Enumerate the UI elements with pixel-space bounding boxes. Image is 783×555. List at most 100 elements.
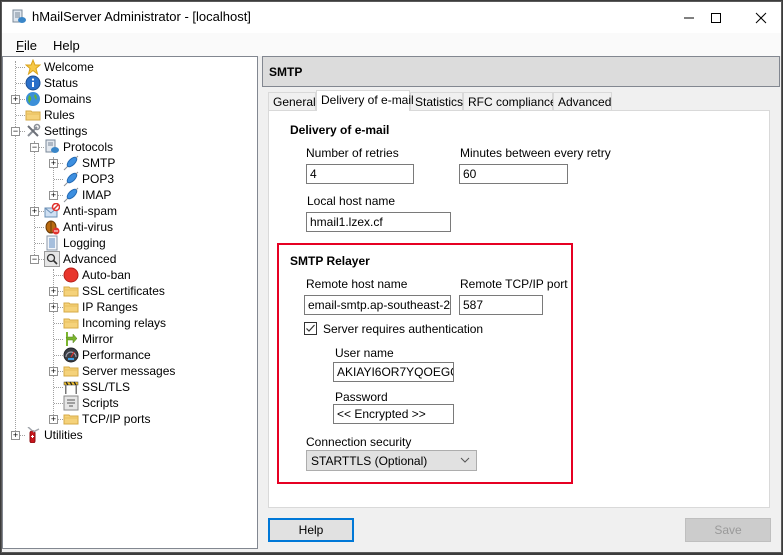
tree-item-label: Performance	[82, 348, 151, 362]
tree-item-label: SSL certificates	[82, 284, 165, 298]
tree-item-label: Logging	[63, 236, 106, 250]
tree-item-label: Domains	[44, 92, 92, 106]
protocols-icon	[44, 139, 60, 155]
password-input[interactable]: << Encrypted >>	[333, 404, 454, 424]
tree-item-advanced[interactable]: Advanced	[44, 251, 116, 267]
connection-security-select[interactable]: STARTTLS (Optional)	[306, 450, 477, 471]
tree-item-tcp-ip-ports[interactable]: TCP/IP ports	[63, 411, 150, 427]
tree-item-label: SSL/TLS	[82, 380, 131, 394]
auth-checkbox[interactable]	[304, 322, 317, 335]
auth-label[interactable]: Server requires authentication	[323, 322, 483, 336]
tree-item-label: SMTP	[82, 156, 116, 170]
tree-item-label: Anti-spam	[63, 204, 118, 218]
tab-rfc-compliance[interactable]: RFC compliance	[463, 92, 557, 111]
navigation-tree[interactable]: Welcome Status Domains + Rules Settings − Proto…	[2, 56, 258, 549]
localhost-input[interactable]: hmail1.lzex.cf	[306, 212, 451, 232]
menu-help[interactable]: Help	[53, 38, 80, 53]
tab-delivery-of-email[interactable]: Delivery of e-mail	[316, 90, 414, 111]
tree-item-domains[interactable]: Domains	[25, 91, 91, 107]
maximize-button[interactable]	[693, 2, 738, 33]
tree-item-label: Settings	[44, 124, 88, 138]
swiss-knife-icon	[25, 426, 41, 444]
tree-item-logging[interactable]: Logging	[44, 235, 106, 251]
retries-input[interactable]: 4	[306, 164, 414, 184]
tools-icon	[25, 123, 41, 139]
tree-item-scripts[interactable]: Scripts	[63, 395, 119, 411]
expand-icon[interactable]: +	[11, 431, 20, 440]
tree-item-label: Scripts	[82, 396, 119, 410]
help-button[interactable]: Help	[268, 518, 354, 542]
connection-security-value: STARTTLS (Optional)	[311, 454, 428, 468]
log-icon	[44, 235, 60, 251]
tree-item-label: Mirror	[82, 332, 114, 346]
remote-host-input[interactable]: email-smtp.ap-southeast-2.amazonaws.com	[304, 295, 451, 315]
tab-advanced[interactable]: Advanced	[553, 92, 612, 111]
expand-icon[interactable]: +	[30, 207, 39, 216]
tree-item-incoming-relays[interactable]: Incoming relays	[63, 315, 166, 331]
tree-item-label: IMAP	[82, 188, 112, 202]
tree-item-utilities[interactable]: Utilities	[25, 426, 83, 444]
password-label: Password	[335, 390, 388, 404]
tree-item-settings[interactable]: Settings	[25, 123, 87, 139]
collapse-icon[interactable]: −	[30, 143, 39, 152]
tree-item-label: Protocols	[63, 140, 114, 154]
tree-item-smtp[interactable]: SMTP	[63, 155, 115, 171]
tree-item-imap[interactable]: IMAP	[63, 187, 111, 203]
folder-icon	[63, 411, 79, 427]
tree-item-label: Server messages	[82, 364, 176, 378]
tree-item-ssl-tls[interactable]: SSL/TLS	[63, 379, 130, 395]
tree-item-server-messages[interactable]: Server messages	[63, 363, 175, 379]
expand-icon[interactable]: +	[49, 191, 58, 200]
tree-item-auto-ban[interactable]: Auto-ban	[63, 267, 131, 283]
tree-connector	[16, 67, 25, 68]
expand-icon[interactable]: +	[49, 287, 58, 296]
globe-icon	[25, 91, 41, 107]
barrier-icon	[63, 379, 79, 395]
tree-item-ip-ranges[interactable]: IP Ranges	[63, 299, 138, 315]
remote-port-input[interactable]: 587	[459, 295, 543, 315]
localhost-label: Local host name	[307, 194, 396, 208]
window-title: hMailServer Administrator - [localhost]	[32, 9, 251, 24]
save-button[interactable]: Save	[685, 518, 771, 542]
tree-item-label: Auto-ban	[82, 268, 131, 282]
username-label: User name	[335, 346, 394, 360]
tree-connector	[54, 403, 63, 404]
tree-connector	[54, 323, 63, 324]
tree-item-status[interactable]: Status	[25, 75, 78, 91]
expand-icon[interactable]: +	[11, 95, 20, 104]
tree-connector	[15, 61, 16, 435]
close-icon	[755, 12, 766, 23]
tree-item-performance[interactable]: Performance	[63, 347, 151, 363]
plug-icon	[63, 171, 79, 187]
tree-item-rules[interactable]: Rules	[25, 107, 75, 123]
collapse-icon[interactable]: −	[11, 127, 20, 136]
relayer-section-title: SMTP Relayer	[290, 254, 370, 268]
expand-icon[interactable]: +	[49, 367, 58, 376]
minutes-input[interactable]: 60	[459, 164, 568, 184]
magnifier-icon	[44, 251, 60, 267]
expand-icon[interactable]: +	[49, 159, 58, 168]
tree-item-mirror[interactable]: Mirror	[63, 331, 113, 347]
tree-item-welcome[interactable]: Welcome	[24, 58, 94, 76]
tree-connector	[35, 227, 44, 228]
tree-item-protocols[interactable]: Protocols	[44, 139, 113, 155]
tree-item-label: Utilities	[44, 428, 83, 442]
close-button[interactable]	[738, 2, 783, 33]
antispam-icon	[44, 202, 61, 219]
tab-general[interactable]: General	[268, 92, 316, 111]
expand-icon[interactable]: +	[49, 303, 58, 312]
tree-item-label: POP3	[82, 172, 115, 186]
tree-item-anti-spam[interactable]: Anti-spam	[44, 202, 118, 219]
folder-icon	[63, 315, 79, 331]
tree-item-label: Welcome	[44, 60, 94, 74]
menu-bar: File Help	[2, 33, 781, 56]
menu-file[interactable]: File	[16, 38, 37, 53]
tab-statistics[interactable]: Statistics	[410, 92, 463, 111]
tree-item-pop3[interactable]: POP3	[63, 171, 114, 187]
expand-icon[interactable]: +	[49, 415, 58, 424]
collapse-icon[interactable]: −	[30, 255, 39, 264]
tree-item-ssl-certificates[interactable]: SSL certificates	[63, 283, 165, 299]
username-input[interactable]: AKIAYI6OR7YQOEGCB7	[333, 362, 454, 382]
tree-item-anti-virus[interactable]: Anti-virus	[44, 219, 113, 235]
app-icon	[11, 9, 27, 25]
